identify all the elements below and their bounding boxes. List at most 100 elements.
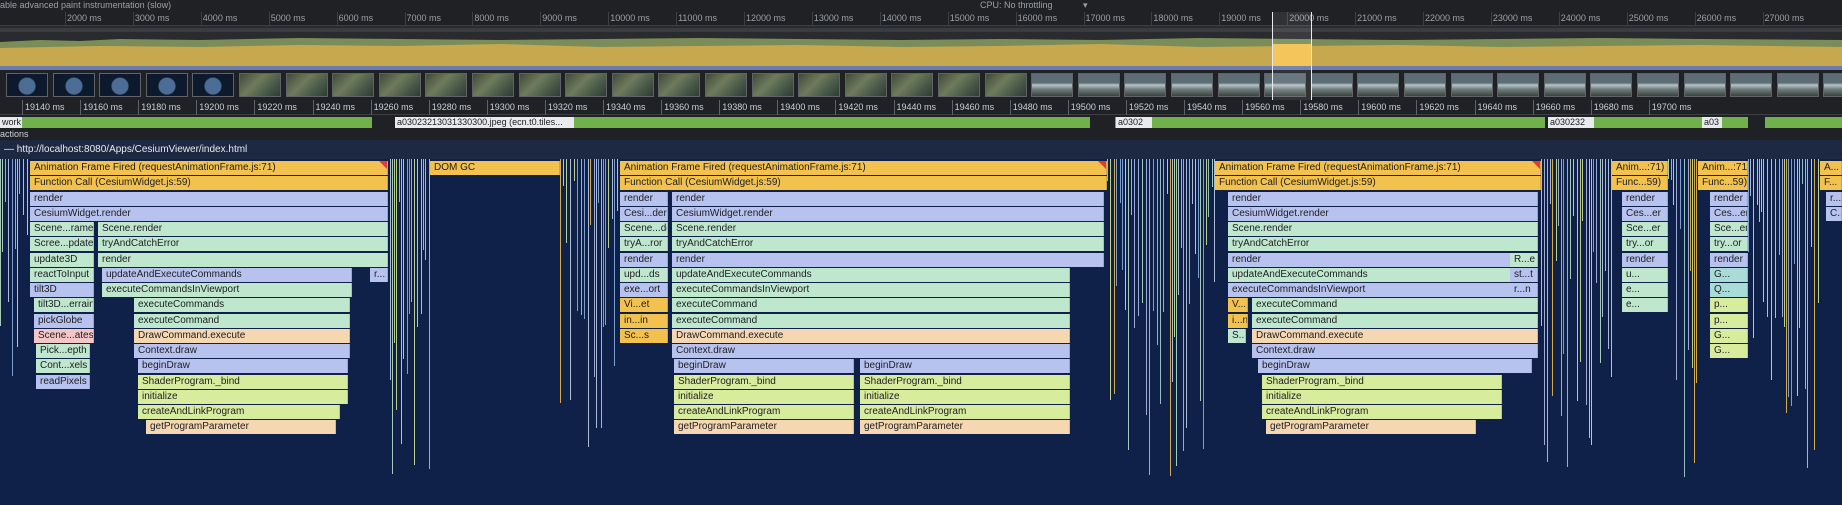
filmstrip-frame[interactable] — [1776, 73, 1819, 97]
flame-event[interactable]: getProgramParameter — [146, 420, 336, 435]
flame-event[interactable]: G... — [1710, 344, 1748, 358]
filmstrip-frame[interactable] — [192, 73, 235, 97]
flame-event[interactable]: Q... — [1710, 283, 1748, 297]
flame-event[interactable]: S... — [1228, 328, 1246, 343]
flame-event[interactable]: executeCommand — [1252, 298, 1538, 313]
flame-event[interactable]: r...n — [1510, 283, 1538, 297]
flame-event[interactable]: Sc...s — [620, 328, 668, 343]
flame-event[interactable]: render — [1710, 252, 1748, 267]
flame-event[interactable]: Scree...pdate — [30, 237, 94, 252]
network-request-bar[interactable] — [1765, 117, 1842, 128]
flame-event[interactable]: executeCommand — [134, 313, 350, 328]
flame-event[interactable]: pickGlobe — [34, 313, 94, 328]
flame-event[interactable]: e... — [1622, 283, 1668, 297]
flame-event[interactable]: Vi...et — [620, 298, 668, 313]
timeline-ruler[interactable]: 19140 ms 19160 ms 19180 ms 19200 ms 19220 ms… — [0, 100, 1842, 115]
function-call-event[interactable]: Function Call (CesiumWidget.js:59) — [620, 176, 1107, 191]
flame-event[interactable]: beginDraw — [138, 359, 348, 374]
flame-event[interactable]: tryAndCatchError — [1228, 237, 1538, 252]
filmstrip-frame[interactable] — [99, 73, 142, 97]
filmstrip-frame[interactable] — [1031, 73, 1074, 97]
flame-event[interactable]: executeCommand — [672, 298, 1070, 313]
flame-event[interactable]: r... — [370, 267, 388, 282]
filmstrip-frame[interactable] — [798, 73, 841, 97]
filmstrip-frame[interactable] — [239, 73, 281, 97]
flame-event[interactable]: Sce...er — [1622, 222, 1668, 236]
filmstrip-frame[interactable] — [1404, 73, 1446, 97]
filmstrip-frame[interactable] — [425, 73, 468, 97]
flame-event[interactable]: updateAndExecuteCommands — [672, 267, 1070, 282]
flame-event[interactable]: R...e — [1510, 252, 1538, 267]
filmstrip-frame[interactable] — [1683, 73, 1726, 97]
flame-event[interactable]: st...t — [1510, 267, 1538, 282]
flame-event[interactable]: ShaderProgram._bind — [138, 374, 348, 389]
flame-event[interactable]: tilt3D...errain — [34, 298, 94, 313]
filmstrip-frame[interactable] — [1124, 73, 1167, 97]
filmstrip-frame[interactable] — [938, 73, 980, 97]
network-request-bar[interactable] — [22, 117, 372, 128]
flame-event[interactable]: Context.draw — [134, 344, 350, 358]
flame-event[interactable]: u... — [1622, 267, 1668, 282]
filmstrip-frame[interactable] — [1637, 73, 1679, 97]
interactions-track[interactable]: actions — [0, 129, 1842, 140]
flame-event[interactable]: V... — [1228, 298, 1248, 313]
flame-event[interactable]: render — [1710, 191, 1748, 206]
flame-event[interactable]: tryAndCatchError — [98, 237, 388, 252]
flame-event[interactable]: CesiumWidget.render — [30, 206, 388, 221]
flame-event[interactable]: Sce...er — [1710, 222, 1748, 236]
flame-event[interactable]: executeCommands — [134, 298, 350, 313]
flame-event[interactable]: Cesi...der — [620, 206, 668, 221]
filmstrip-frame[interactable] — [1310, 73, 1353, 97]
filmstrip-frame[interactable] — [145, 73, 188, 97]
flame-event[interactable]: executeCommand — [672, 313, 1070, 328]
cpu-throttling-dropdown[interactable]: CPU: No throttling — [980, 0, 1053, 11]
flame-event[interactable]: G... — [1710, 328, 1748, 343]
filmstrip-frame[interactable] — [518, 73, 561, 97]
flame-event[interactable]: executeCommandsInViewport — [1228, 283, 1538, 297]
flame-event[interactable]: createAndLinkProgram — [138, 405, 340, 419]
flame-event[interactable]: p... — [1710, 298, 1748, 313]
flame-chart[interactable]: Animation Frame Fired (requestAnimationF… — [0, 159, 1842, 505]
flame-event[interactable]: ShaderProgram._bind — [1262, 374, 1502, 389]
flame-event[interactable]: createAndLinkProgram — [674, 405, 854, 419]
flame-event[interactable]: try...or — [1710, 237, 1748, 252]
filmstrip-frame[interactable] — [658, 73, 701, 97]
filmstrip-frame[interactable] — [565, 73, 608, 97]
overview-ruler[interactable]: 2000 ms 3000 ms 4000 ms 5000 ms 6000 ms 7000 … — [0, 12, 1842, 26]
flame-event[interactable]: render — [620, 252, 668, 267]
flame-event[interactable]: createAndLinkProgram — [860, 405, 1070, 419]
filmstrip-frame[interactable] — [52, 73, 95, 97]
flame-event[interactable]: executeCommandsInViewport — [102, 283, 352, 297]
flame-event[interactable]: render — [620, 191, 668, 206]
network-request-bar[interactable] — [1115, 117, 1545, 128]
flame-event[interactable]: p... — [1710, 313, 1748, 328]
flame-event[interactable]: tryA...ror — [620, 237, 668, 252]
filmstrip-frame[interactable] — [1357, 73, 1400, 97]
network-request-label[interactable]: a030232 — [1548, 117, 1594, 128]
function-call-event[interactable]: Func...59) — [1612, 176, 1668, 191]
flame-event[interactable]: Context.draw — [672, 344, 1070, 358]
network-request-label[interactable]: a0302 — [1116, 117, 1152, 128]
animation-frame-fired-event[interactable]: Animation Frame Fired (requestAnimationF… — [620, 161, 1107, 175]
overview-cpu-chart[interactable] — [0, 26, 1842, 70]
filmstrip-frame[interactable] — [6, 73, 48, 97]
gc-event[interactable]: DOM GC — [430, 161, 560, 175]
network-track[interactable]: work a03023213031330300.jpeg (ecn.t0.til… — [0, 115, 1842, 129]
flame-event[interactable]: try...or — [1622, 237, 1668, 252]
flame-event[interactable]: e... — [1622, 298, 1668, 313]
filmstrip-frame[interactable] — [844, 73, 887, 97]
flame-event[interactable]: in...in — [620, 313, 668, 328]
flame-event[interactable]: Ces...er — [1622, 206, 1668, 221]
flame-event[interactable]: upd...ds — [620, 267, 668, 282]
function-call-event[interactable]: Function Call (CesiumWidget.js:59) — [1215, 176, 1541, 191]
paint-instrumentation-label[interactable]: able advanced paint instrumentation (slo… — [0, 0, 171, 11]
flame-event[interactable]: ShaderProgram._bind — [674, 374, 854, 389]
flame-event[interactable]: getProgramParameter — [674, 420, 854, 435]
filmstrip-frame[interactable] — [1450, 73, 1493, 97]
flame-event[interactable]: DrawCommand.execute — [1252, 328, 1538, 343]
flame-event[interactable]: tryAndCatchError — [672, 237, 1104, 252]
filmstrip-frame[interactable] — [472, 73, 514, 97]
filmstrip-frame[interactable] — [378, 73, 421, 97]
filmstrip-frame[interactable] — [332, 73, 375, 97]
flame-event[interactable]: Cont...xels — [36, 359, 90, 374]
